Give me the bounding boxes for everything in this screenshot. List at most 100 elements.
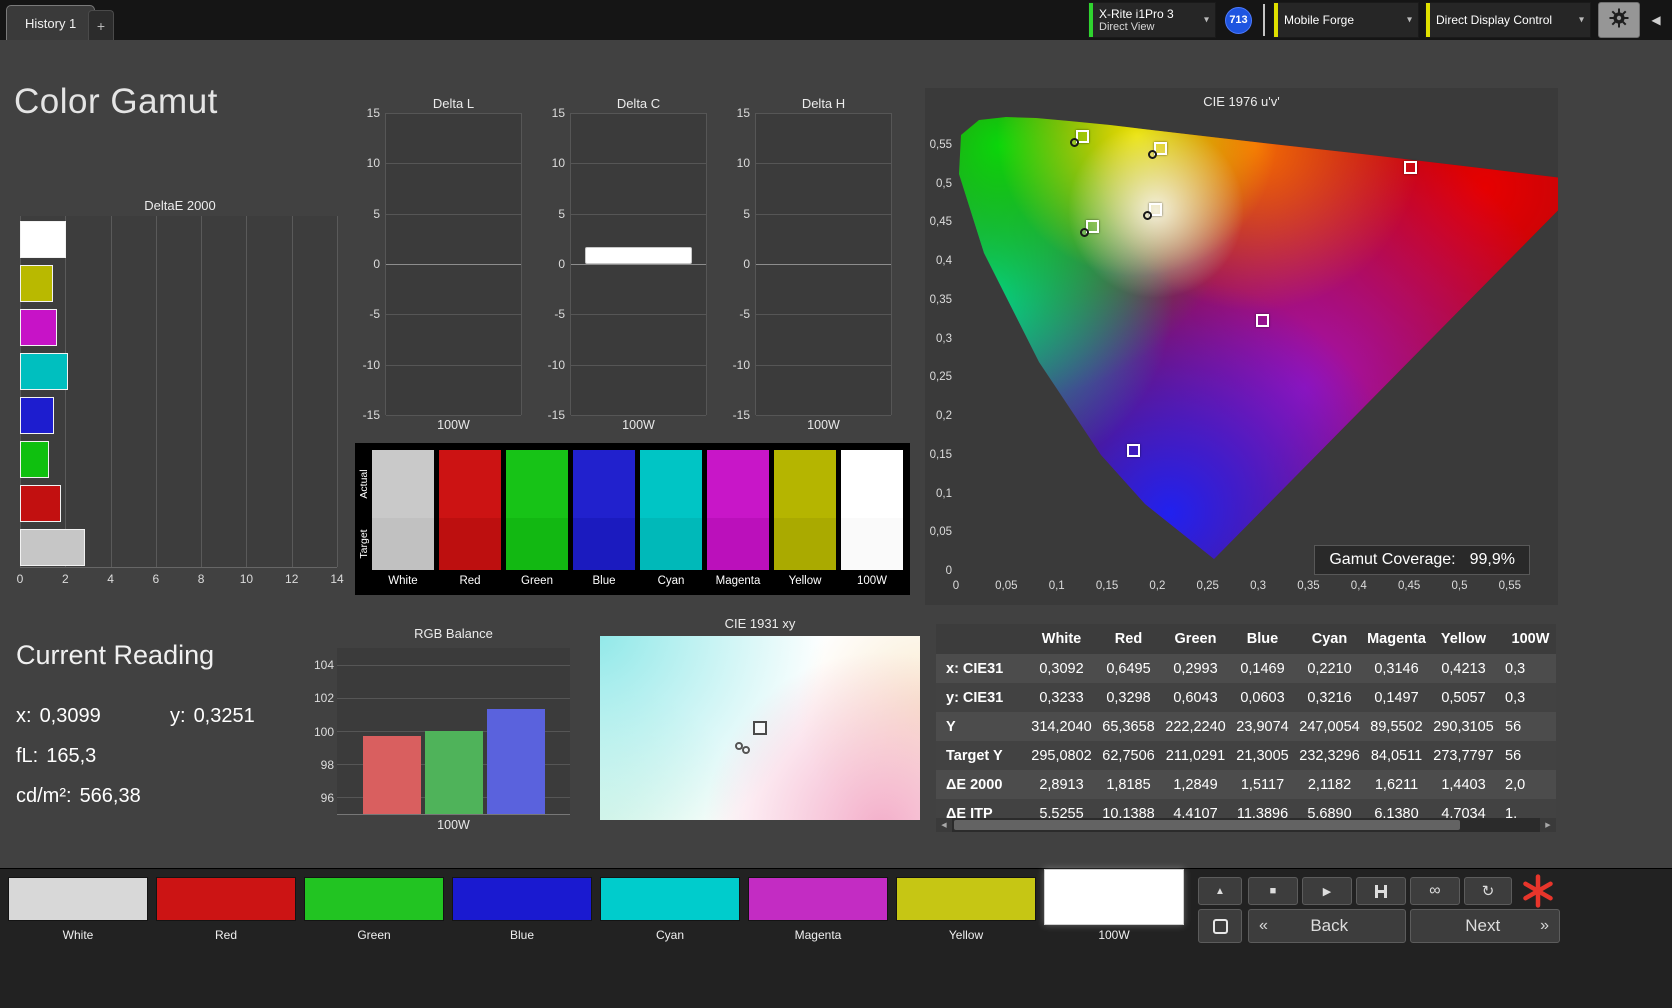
display-control-selector[interactable]: Direct Display Control ▾ [1425,2,1591,38]
patch-button-blue[interactable]: Blue [452,877,592,942]
patch-target-swatch [774,518,836,570]
y-tick-label: 0,4 [936,255,952,267]
gridline [571,264,706,265]
x-tick-label: 0 [16,572,24,586]
y-tick-label: 10 [366,156,380,171]
collapse-panel-button[interactable]: ◀ [1644,2,1668,38]
table-horizontal-scrollbar[interactable]: ◀ ▶ [936,818,1556,832]
continuous-read-button[interactable]: ∞ [1410,877,1460,905]
x-tick-label: 0 [952,580,960,592]
y-value: 0,3251 [193,705,255,727]
gridline [337,216,338,567]
plot-area [570,113,707,416]
gridline [571,113,706,114]
gridline [337,697,570,699]
y-tick-label: 0,5 [936,177,952,190]
patch-color-swatch [156,877,296,921]
table-corner-cell [936,624,1028,654]
meter-name: X-Rite i1Pro 3 [1099,6,1174,21]
patch-label: Cyan [657,575,685,587]
collapse-left-icon: ◀ [1651,13,1661,27]
scroll-left-arrow[interactable]: ◀ [936,818,952,832]
y-tick-label: -15 [362,408,380,422]
rgb-yticks: 104 102 100 98 96 [308,648,334,815]
x-tick-label: 4 [107,572,114,586]
gridline [386,314,521,316]
read-series-button[interactable] [1356,877,1406,905]
y-tick-label: 0,1 [936,487,952,500]
gridline [110,216,112,567]
y-tick-label: -10 [732,357,750,372]
y-tick-label: 5 [558,206,565,221]
patch-button-magenta[interactable]: Magenta [748,877,888,942]
x-tick-label: 0,1 [1048,580,1065,592]
rgb-bar-blue [487,709,545,814]
patch-color-swatch [452,877,592,921]
source-accent-bar [1274,3,1278,37]
source-selector[interactable]: Mobile Forge ▾ [1273,2,1419,38]
next-button[interactable]: . Next » [1410,909,1560,943]
calman-window: History 1 + X-Rite i1Pro 3 Direct View ▾… [0,0,1672,1008]
patch-actual-swatch [774,450,836,518]
settings-button[interactable] [1598,2,1640,38]
x-tick-label: 14 [330,572,344,586]
patch-button-cyan[interactable]: Cyan [600,877,740,942]
scrollbar-track[interactable] [952,818,1540,832]
table-cell: 290,3105 [1433,718,1494,735]
rgb-title: RGB Balance [414,626,493,641]
gamut-coverage-readout: Gamut Coverage: 99,9% [1314,545,1530,575]
current-reading-fl: fL: 165,3 [16,745,316,768]
table-cell: 295,0802 [1031,747,1092,764]
patch-button-label: Green [357,928,391,942]
table-cell: 0,2993 [1173,660,1218,677]
delta-h-chart: Delta H 15 10 5 0 -5 -10 -15 100W [720,96,892,441]
pattern-window-button[interactable] [1198,909,1242,943]
patch-target-swatch [573,518,635,570]
new-tab-button[interactable]: + [88,10,114,40]
patch-actual-swatch [372,450,434,518]
rgb-plot [337,648,570,815]
y-tick-label: 10 [551,156,565,171]
patch-button-red[interactable]: Red [156,877,296,942]
play-button[interactable]: ▶ [1302,877,1352,905]
patch-button-100w[interactable]: 100W [1044,869,1184,942]
table-body: x: CIE31 0,3092 0,6495 0,2993 0,1469 0,2210 0,… [936,654,1556,818]
gridline [386,364,521,366]
gridline [571,163,706,165]
y-tick-label: -5 [739,307,750,322]
back-button[interactable]: « Back . [1248,909,1406,943]
x-tick-label: 2 [61,572,69,586]
pattern-up-button[interactable]: ▲ [1198,877,1242,905]
cie1931-title: CIE 1931 xy [724,616,796,631]
patch-button-white[interactable]: White [8,877,148,942]
column-header-blue: Blue [1229,624,1296,654]
refresh-read-button[interactable]: ↻ [1464,877,1512,905]
measured-dot-cyan-secondary [1079,227,1089,237]
delta-l-chart: Delta L 15 10 5 0 -5 -10 -15 100W [350,96,522,441]
patch-actual-swatch [707,450,769,518]
cie1976-gamut-graphic [959,117,1558,559]
strip-side-labels: Actual Target [355,443,371,570]
patch-button-green[interactable]: Green [304,877,444,942]
patch-yellow: Yellow [774,450,836,592]
calman-asterisk-button[interactable] [1516,871,1560,911]
row-label: x: CIE31 [946,660,1004,677]
y-tick-label: 10 [736,156,750,171]
top-bar: History 1 + X-Rite i1Pro 3 Direct View ▾… [0,0,1672,40]
y-axis-labels: 15 10 5 0 -5 -10 -15 [350,106,380,422]
tab-history-1[interactable]: History 1 [6,5,96,40]
patch-label: Green [521,575,553,587]
deltae-bar-green [20,441,49,478]
scroll-right-arrow[interactable]: ▶ [1540,818,1556,832]
refresh-icon: ↻ [1481,883,1495,900]
bottom-bar: White Red Green Blue Cyan Magenta Yellow 100W ▲… [0,868,1672,1008]
table-cell: 1, [1505,805,1518,819]
table-cell: 0,6043 [1173,689,1218,706]
stop-button[interactable]: ■ [1248,877,1298,905]
meter-mode: Direct View [1099,20,1155,33]
patch-target-swatch [841,518,903,570]
patch-button-yellow[interactable]: Yellow [896,877,1036,942]
rgb-bar-green [425,731,483,814]
scrollbar-thumb[interactable] [954,820,1460,830]
meter-selector[interactable]: X-Rite i1Pro 3 Direct View ▾ [1088,2,1216,38]
